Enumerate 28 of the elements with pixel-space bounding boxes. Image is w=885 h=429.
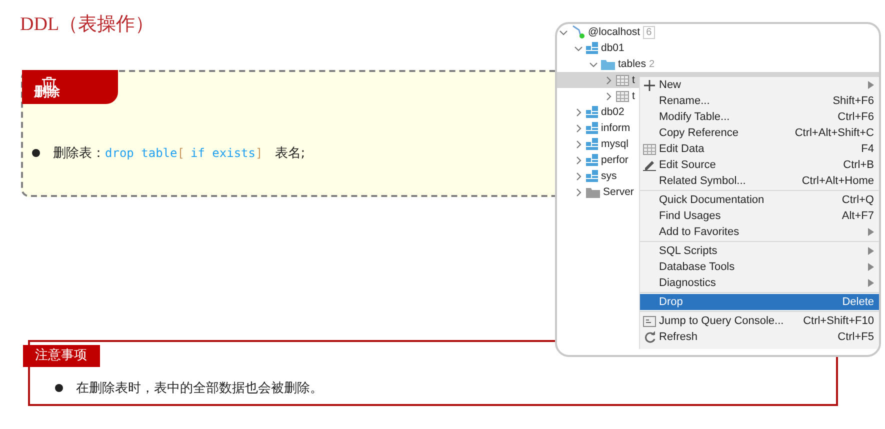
shortcut-label: Ctrl+Q: [842, 194, 874, 206]
shortcut-label: F4: [861, 143, 874, 155]
bullet-text: 删除表：drop table[ if exists] 表名;: [53, 145, 306, 162]
bullet-text: 在删除表时，表中的全部数据也会被删除。: [76, 380, 323, 397]
shortcut-label: Shift+F6: [832, 95, 874, 107]
tree-label: @localhost: [588, 26, 640, 38]
shortcut-label: Ctrl+Alt+Home: [802, 175, 874, 187]
shortcut-label: Ctrl+Shift+F10: [803, 315, 874, 327]
tree-label: t: [632, 90, 635, 102]
tree-label: perfor: [601, 154, 628, 166]
tree-label: sys: [601, 170, 617, 182]
item-count: 2: [649, 58, 655, 70]
shortcut-label: Ctrl+B: [843, 159, 874, 171]
note-tag: 注意事项: [23, 345, 100, 367]
shortcut-label: Alt+F7: [842, 210, 874, 222]
page-heading: DDL（表操作）: [20, 13, 154, 37]
tree-label: Server: [603, 186, 634, 198]
tree-label: t: [632, 74, 635, 86]
tree-label: inform: [601, 122, 630, 134]
item-count: 6: [643, 26, 655, 38]
tree-label: tables: [618, 58, 646, 70]
tree-label: mysql: [601, 138, 628, 150]
tree-label: db02: [601, 106, 624, 118]
shortcut-label: Ctrl+F6: [838, 111, 874, 123]
tree-label: db01: [601, 42, 624, 54]
shortcut-label: Ctrl+F5: [838, 331, 874, 343]
shortcut-label: Delete: [842, 296, 874, 308]
shortcut-label: Ctrl+Alt+Shift+C: [794, 127, 874, 139]
